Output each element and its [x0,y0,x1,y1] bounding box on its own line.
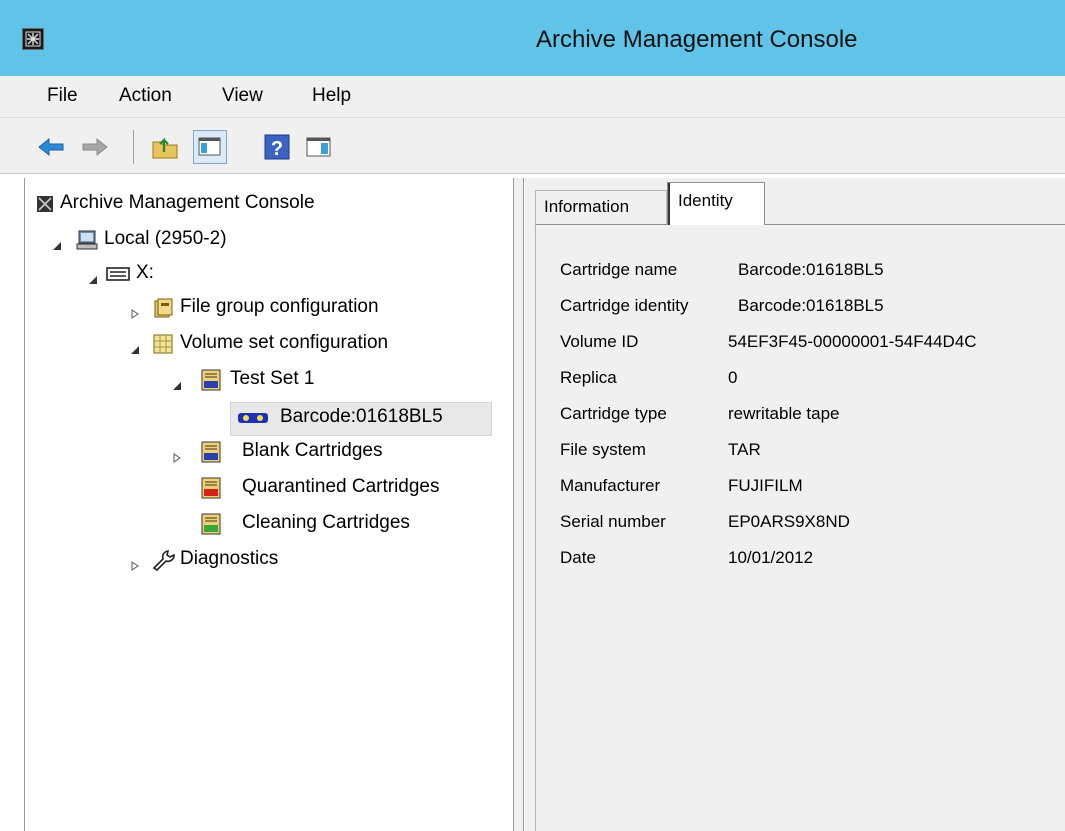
quarantined-cartridges-icon [200,477,222,499]
tree-label-barcode: Barcode:01618BL5 [280,406,443,427]
computer-icon [76,229,98,251]
property-label: Cartridge name [560,260,678,279]
drive-icon [106,263,130,285]
menu-file[interactable]: File [47,85,78,107]
collapsed-arrow-icon[interactable] [130,303,140,319]
app-icon[interactable] [22,28,44,50]
tree-node-test-set[interactable]: Test Set 1 [172,366,372,396]
property-value: Barcode:01618BL5 [738,260,884,279]
property-value: 0 [728,368,738,387]
up-folder-icon[interactable] [150,132,180,162]
tree-node-cleaning[interactable]: Cleaning Cartridges [200,510,490,540]
property-label: Manufacturer [560,476,661,495]
file-group-icon [152,297,174,319]
tree-node-file-group[interactable]: File group configuration [130,294,490,324]
wrench-icon [152,549,175,572]
pane-splitter[interactable] [514,178,524,831]
title-bar: Archive Management Console [0,0,1065,76]
tab-information[interactable]: Information [535,190,667,224]
back-arrow-icon[interactable] [36,132,66,162]
tree-label-file-group: File group configuration [180,296,379,317]
collapsed-arrow-icon[interactable] [172,447,182,463]
details-pane: Information Identity Cartridge name Barco… [525,178,1065,831]
tab-identity[interactable]: Identity [667,182,765,225]
toolbar: ? [0,118,1065,174]
property-value: TAR [728,440,761,459]
tree-label-root: Archive Management Console [60,192,315,213]
property-label: Date [560,548,596,567]
cleaning-cartridges-icon [200,513,222,535]
tree-label-drive: X: [136,262,154,283]
tree-node-quarantined[interactable]: Quarantined Cartridges [200,474,490,504]
show-hide-action-pane-icon[interactable] [304,132,334,162]
property-label: Cartridge identity [560,296,689,315]
collapsed-arrow-icon[interactable] [130,555,140,571]
tree-node-diagnostics[interactable]: Diagnostics [130,546,430,576]
tree-label-blank: Blank Cartridges [242,440,383,461]
property-value: 10/01/2012 [728,548,814,567]
identity-tab-body: Cartridge name Barcode:01618BL5 Cartridge … [535,224,1065,831]
show-hide-console-tree-icon[interactable] [193,130,227,164]
window-title: Archive Management Console [536,26,858,53]
tree-label-quarantined: Quarantined Cartridges [242,476,440,497]
tab-strip: Information Identity [525,178,1065,225]
svg-text:?: ? [271,138,283,160]
tree-node-blank[interactable]: Blank Cartridges [172,438,472,468]
property-value: EP0ARS9X8ND [728,512,850,531]
expanded-arrow-icon[interactable] [88,269,98,284]
help-icon[interactable]: ? [262,132,292,162]
tree-node-barcode[interactable]: Barcode:01618BL5 [236,404,492,434]
expanded-arrow-icon[interactable] [130,339,140,354]
menu-bar: File Action View Help [0,76,1065,118]
tree-label-test-set: Test Set 1 [230,368,315,389]
tree-node-drive[interactable]: X: [88,260,288,290]
console-icon [36,195,54,213]
property-value: FUJIFILM [728,476,803,495]
tree-label-diagnostics: Diagnostics [180,548,279,569]
tape-cartridge-icon [236,408,270,430]
forward-arrow-icon[interactable] [80,132,110,162]
property-label: Volume ID [560,332,639,351]
property-label: File system [560,440,646,459]
property-label: Serial number [560,512,666,531]
expanded-arrow-icon[interactable] [172,375,182,390]
property-value: 54EF3F45-00000001-54F44D4C [728,332,977,351]
expanded-arrow-icon[interactable] [52,235,62,250]
toolbar-separator [133,130,134,164]
menu-view[interactable]: View [222,85,263,107]
tree-label-cleaning: Cleaning Cartridges [242,512,410,533]
tree-label-volume-set: Volume set configuration [180,332,389,353]
tree-node-root[interactable]: Archive Management Console [36,190,496,220]
property-value: rewritable tape [728,404,840,423]
tree-node-local[interactable]: Local (2950-2) [52,226,352,256]
volume-set-icon [152,333,174,355]
menu-action[interactable]: Action [119,85,172,107]
blank-cartridges-icon [200,441,222,463]
property-value: Barcode:01618BL5 [738,296,884,315]
cartridge-set-icon [200,369,222,391]
tree-node-volume-set[interactable]: Volume set configuration [130,330,490,360]
property-label: Cartridge type [560,404,667,423]
menu-help[interactable]: Help [312,85,351,107]
property-label: Replica [560,368,617,387]
tree-label-local: Local (2950-2) [104,228,227,249]
